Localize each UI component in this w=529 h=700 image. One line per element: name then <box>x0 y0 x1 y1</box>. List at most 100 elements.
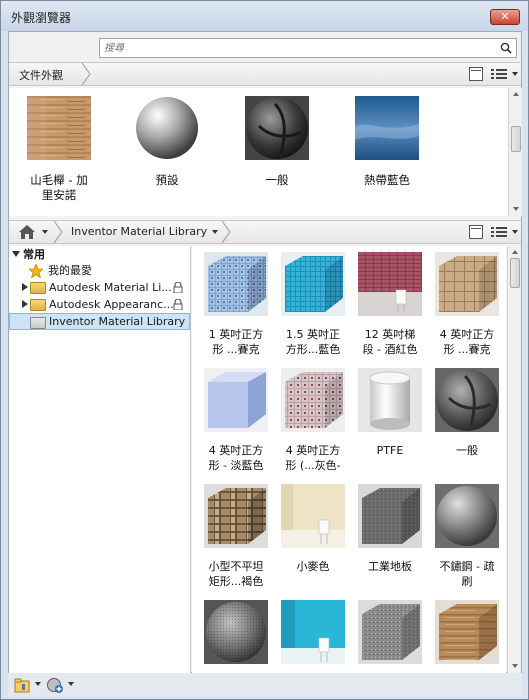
doc-appearance-label: 熱帶藍色 <box>364 173 410 187</box>
window-title: 外觀瀏覽器 <box>11 11 72 25</box>
thumbnail-view-icon[interactable] <box>469 225 483 239</box>
folder-icon <box>30 317 46 329</box>
close-button[interactable]: ✕ <box>490 9 520 25</box>
material-label: 4 英吋正方 形 - 淡藍色 <box>208 444 264 472</box>
material-label: 4 英吋正方 形 (...灰色- <box>285 444 341 472</box>
cyan-tile-icon <box>281 252 345 316</box>
cyan-wall-icon <box>281 600 345 664</box>
material-item[interactable]: 1.5 英吋正 方形...藍色 <box>275 252 351 357</box>
expand-icon[interactable] <box>22 283 28 291</box>
open-library-icon[interactable] <box>14 677 32 693</box>
search-icon[interactable] <box>500 42 512 54</box>
material-label: 不鏽鋼 - 疏 刷 <box>439 560 495 588</box>
list-view-icon[interactable] <box>491 67 507 81</box>
material-item[interactable]: 小麥色 <box>275 484 351 574</box>
tree-item-inventor-material-library[interactable]: Inventor Material Library <box>9 313 190 330</box>
tropical-blue-swatch-icon <box>355 96 419 160</box>
scroll-up-icon[interactable] <box>512 250 518 254</box>
industrial-floor-icon <box>358 484 422 548</box>
scroll-up-icon[interactable] <box>513 92 519 96</box>
browser-content: 文件外觀 <box>8 31 522 674</box>
library-crumb[interactable]: Inventor Material Library <box>71 225 207 238</box>
material-item[interactable]: 不鏽鋼 - 疏 刷 <box>429 484 505 589</box>
material-label: 小麥色 <box>296 560 330 573</box>
material-item[interactable]: 一般 <box>429 368 505 458</box>
document-appearances-panel: 山毛櫸 - 加 里安諾 預設 一般 熱帶藍色 <box>9 88 522 216</box>
doc-appearance-label: 預設 <box>155 173 179 187</box>
scrollbar-thumb[interactable] <box>511 126 521 152</box>
search-input[interactable] <box>104 40 494 56</box>
material-item[interactable]: 1 英吋正方 形 ...賽克 <box>198 252 274 357</box>
collapse-icon[interactable] <box>12 251 20 257</box>
tree-item-autodesk-appearance-library[interactable]: Autodesk Appearanc... <box>9 296 190 313</box>
generic-sphere-icon <box>245 96 309 160</box>
stone-cube-icon <box>204 484 268 548</box>
wood-cube-icon <box>435 600 499 664</box>
list-view-icon[interactable] <box>491 225 507 239</box>
gray-granite-cube-icon <box>358 600 422 664</box>
thumbnail-view-icon[interactable] <box>469 67 483 81</box>
scrollbar-thumb[interactable] <box>510 258 520 288</box>
material-label: 4 英吋正方 形 ...賽克 <box>439 328 495 356</box>
material-item[interactable] <box>429 600 505 674</box>
tree-item-label: 我的最愛 <box>48 264 92 277</box>
material-label: 工業地板 <box>368 560 412 573</box>
view-options-dropdown-icon[interactable] <box>512 72 518 76</box>
material-item[interactable]: 4 英吋正方 形 - 淡藍色 <box>198 368 274 473</box>
scroll-down-icon[interactable] <box>512 664 518 668</box>
tree-root-label: 常用 <box>23 248 45 261</box>
doc-appearance-item[interactable]: 山毛櫸 - 加 里安諾 <box>9 96 109 203</box>
material-item[interactable] <box>275 600 351 674</box>
tan-tile-icon <box>435 252 499 316</box>
tree-item-autodesk-material-library[interactable]: Autodesk Material Li... <box>9 279 190 296</box>
star-icon <box>29 264 43 278</box>
view-options-dropdown-icon[interactable] <box>512 230 518 234</box>
material-item[interactable] <box>352 600 428 674</box>
material-item[interactable] <box>198 600 274 674</box>
material-item[interactable]: PTFE <box>352 368 428 458</box>
material-label: PTFE <box>376 444 404 457</box>
create-material-icon[interactable] <box>46 677 64 693</box>
create-material-dropdown-icon[interactable] <box>68 682 74 686</box>
material-item[interactable]: 4 英吋正方 形 (...灰色- <box>275 368 351 473</box>
tree-item-label: Autodesk Material Li... <box>49 281 172 294</box>
appearance-browser-window: 外觀瀏覽器 ✕ 文件外觀 <box>0 0 529 700</box>
tree-item-favorites[interactable]: 我的最愛 <box>9 262 190 279</box>
material-item[interactable]: 工業地板 <box>352 484 428 574</box>
search-field[interactable] <box>99 38 517 58</box>
library-menu-dropdown-icon[interactable] <box>35 682 41 686</box>
lock-icon <box>173 299 183 310</box>
scroll-down-icon[interactable] <box>513 207 519 211</box>
brushed-steel-sphere-icon <box>435 484 499 548</box>
material-label: 1.5 英吋正 方形...藍色 <box>285 328 341 356</box>
home-dropdown-icon[interactable] <box>42 230 48 234</box>
material-item[interactable]: 12 英吋梯 段 - 酒紅色 <box>352 252 428 357</box>
beech-wood-swatch-icon <box>27 96 91 160</box>
expand-icon[interactable] <box>22 300 28 308</box>
home-icon[interactable] <box>19 225 35 239</box>
material-grid: 1 英吋正方 形 ...賽克 1.5 英吋正 方形...藍色 12 英吋梯 段 … <box>192 246 506 674</box>
doc-appearance-label: 山毛櫸 - 加 里安諾 <box>30 173 88 202</box>
tree-item-label: Inventor Material Library <box>49 315 186 328</box>
folder-icon <box>30 282 46 294</box>
wine-red-tile-icon <box>358 252 422 316</box>
wheat-wall-icon <box>281 484 345 548</box>
doc-appearance-item[interactable]: 預設 <box>117 96 217 188</box>
doc-appearance-item[interactable]: 一般 <box>227 96 327 188</box>
document-appearance-bar: 文件外觀 <box>9 62 521 86</box>
material-label: 小型不平坦 矩形...褐色 <box>208 560 264 588</box>
doc-appearance-item[interactable]: 熱帶藍色 <box>337 96 437 188</box>
document-scrollbar[interactable] <box>508 88 522 216</box>
title-bar[interactable]: 外觀瀏覽器 ✕ <box>1 1 528 31</box>
material-item[interactable]: 4 英吋正方 形 ...賽克 <box>429 252 505 357</box>
default-sphere-icon <box>135 96 199 160</box>
material-item[interactable]: 小型不平坦 矩形...褐色 <box>198 484 274 589</box>
folder-icon <box>30 299 46 311</box>
generic-sphere-icon <box>435 368 499 432</box>
library-dropdown-icon[interactable] <box>212 230 218 234</box>
document-appearance-crumb[interactable]: 文件外觀 <box>19 67 63 83</box>
tree-root-favorites[interactable]: 常用 <box>9 246 190 263</box>
material-label: 12 英吋梯 段 - 酒紅色 <box>362 328 418 356</box>
material-label: 1 英吋正方 形 ...賽克 <box>208 328 264 356</box>
material-grid-scrollbar[interactable] <box>507 246 521 674</box>
